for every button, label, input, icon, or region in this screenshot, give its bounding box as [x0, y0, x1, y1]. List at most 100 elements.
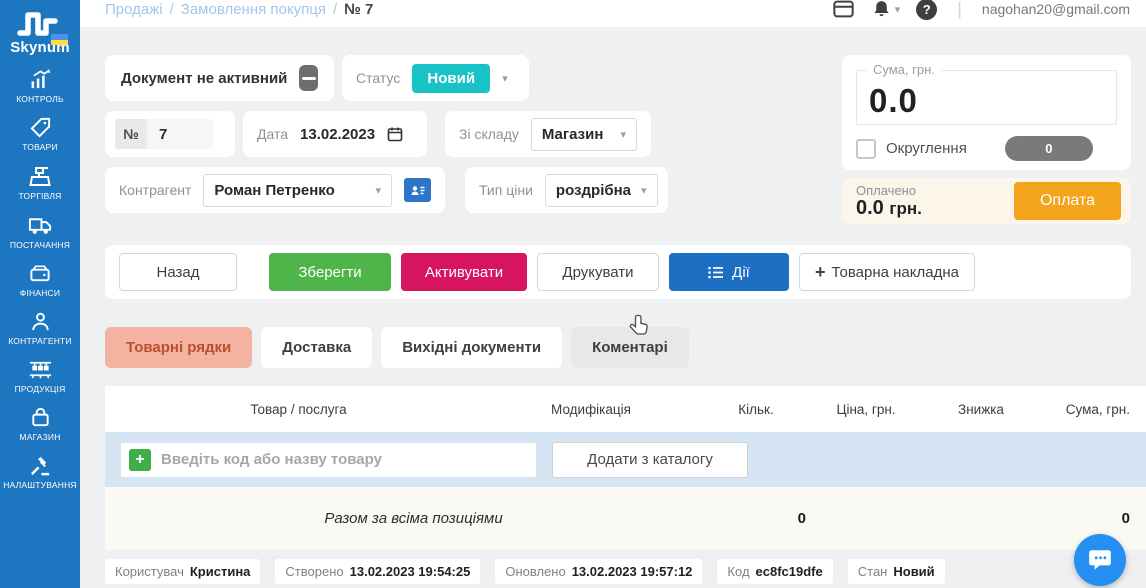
status-chip-created: Створено 13.02.2023 19:54:25 [275, 559, 481, 584]
status-chip-code: Код ec8fc19dfe [717, 559, 833, 584]
column-header: Знижка [958, 401, 1004, 417]
main-area: Продажі / Замовлення покупця / № 7 ▾ ? |… [80, 0, 1146, 588]
sidebar-item-production[interactable]: ПРОДУКЦІЯ [0, 358, 80, 394]
topbar: Продажі / Замовлення покупця / № 7 ▾ ? |… [80, 0, 1146, 27]
add-from-catalog-button[interactable]: Додати з каталогу [552, 441, 748, 478]
status-label: Статус [356, 70, 401, 86]
column-header: Ціна, грн. [836, 401, 896, 417]
number-input[interactable]: 7 [147, 119, 213, 149]
bell-icon [874, 1, 889, 17]
counterparty-label: Контрагент [119, 182, 192, 198]
sidebar-item-finance[interactable]: ФІНАНСИ [0, 262, 80, 298]
status-chip-updated: Оновлено 13.02.2023 19:57:12 [495, 559, 703, 584]
chevron-down-icon: ▾ [641, 184, 647, 197]
paid-value: 0.0 [856, 196, 884, 219]
document-active-card: Документ не активний [105, 55, 334, 101]
totals-quantity: 0 [797, 510, 806, 527]
price-type-field: Тип ціни роздрібна ▾ [465, 167, 668, 213]
paid-currency: грн. [889, 198, 922, 218]
document-number-field: № 7 [105, 111, 235, 157]
counterparty-select[interactable]: Роман Петренко ▾ [203, 173, 392, 207]
price-type-label: Тип ціни [479, 182, 533, 198]
header-divider: | [957, 0, 962, 19]
product-search-input[interactable] [121, 442, 536, 477]
status-bar: Користувач Кристина Створено 13.02.2023 19… [80, 555, 1146, 588]
sidebar-item-settings[interactable]: НАЛАШТУВАННЯ [0, 454, 80, 490]
ukraine-flag-icon [50, 34, 68, 45]
status-chip-user: Користувач Кристина [105, 559, 261, 584]
status-caret-icon[interactable]: ▾ [502, 72, 508, 85]
breadcrumb-separator: / [169, 0, 174, 18]
sidebar-item-control[interactable]: КОНТРОЛЬ [0, 68, 80, 104]
column-header: Товар / послуга [250, 401, 347, 417]
sidebar-item-trade[interactable]: ТОРГІВЛЯ [0, 164, 80, 201]
sidebar-item-supply[interactable]: ПОСТАЧАННЯ [0, 213, 80, 250]
user-email[interactable]: nagohan20@gmail.com [982, 1, 1130, 17]
add-product-icon: + [129, 448, 151, 471]
total-sum-label: Сума, грн. [867, 62, 941, 77]
number-label: № [115, 119, 147, 149]
total-sum-value: 0.0 [869, 82, 918, 119]
chart-growth-icon [31, 68, 50, 89]
counterparty-card-button[interactable] [404, 178, 431, 202]
add-product-row: + Додати з каталогу [105, 432, 1146, 487]
chevron-down-icon: ▾ [375, 184, 381, 197]
shop-bag-icon [31, 407, 49, 427]
plus-icon: + [815, 261, 826, 282]
goods-invoice-button[interactable]: + Товарна накладна [799, 253, 975, 291]
table-header-row: Товар / послуга Модифікація Кільк. Ціна,… [105, 386, 1146, 432]
date-label: Дата [257, 126, 289, 142]
total-sum-card: Сума, грн. 0.0 Округлення 0 [842, 55, 1131, 170]
totals-row: Разом за всіма позиціями 0 0 [105, 487, 1146, 550]
back-button[interactable]: Назад [119, 253, 237, 291]
column-header: Кільк. [738, 401, 774, 417]
warehouse-label: Зі складу [459, 126, 519, 142]
tab-product-rows[interactable]: Товарні рядки [105, 327, 253, 368]
tab-comments[interactable]: Коментарі [571, 327, 689, 368]
sidebar: Skynum КОНТРОЛЬ ТОВАРИ ТОРГІВЛЯ ПОСТАЧАН… [0, 0, 80, 588]
tab-delivery[interactable]: Доставка [261, 327, 373, 368]
date-field: Дата 13.02.2023 [243, 111, 427, 157]
paid-card: Оплачено 0.0 грн. Оплата [842, 178, 1131, 224]
tab-outgoing-documents[interactable]: Вихідні документи [381, 327, 563, 368]
actions-toolbar: Назад Зберегти Активувати Друкувати Дії … [105, 245, 1131, 299]
status-badge[interactable]: Новий [412, 63, 491, 93]
breadcrumb-sales-link[interactable]: Продажі [105, 1, 163, 18]
content: Документ не активний Статус Новий ▾ № 7 [80, 27, 1146, 550]
print-button[interactable]: Друкувати [537, 253, 659, 291]
actions-menu-button[interactable]: Дії [669, 253, 789, 291]
save-button[interactable]: Зберегти [269, 253, 391, 291]
column-header: Модифікація [551, 401, 631, 417]
document-active-toggle[interactable] [299, 65, 318, 91]
products-table: Товар / послуга Модифікація Кільк. Ціна,… [105, 386, 1146, 550]
date-input[interactable]: 13.02.2023 [300, 126, 375, 143]
breadcrumb-separator: / [332, 0, 338, 18]
sidebar-item-shop[interactable]: МАГАЗИН [0, 406, 80, 442]
calendar-icon[interactable] [387, 126, 403, 142]
counterparty-field: Контрагент Роман Петренко ▾ [105, 167, 445, 213]
tabs-bar: Товарні рядки Доставка Вихідні документи… [105, 327, 1131, 368]
rounding-value-pill: 0 [1004, 136, 1093, 161]
contact-card-icon [411, 185, 424, 195]
pay-button[interactable]: Оплата [1013, 182, 1121, 220]
column-header: Сума, грн. [1065, 401, 1130, 417]
app-logo[interactable]: Skynum [10, 8, 70, 56]
breadcrumb-current: № 7 [344, 0, 374, 18]
price-type-select[interactable]: роздрібна ▾ [544, 173, 658, 207]
warehouse-select[interactable]: Магазин ▾ [530, 117, 637, 151]
chevron-down-icon: ▾ [894, 3, 901, 16]
truck-icon [28, 218, 51, 234]
help-icon[interactable]: ? [916, 0, 938, 20]
activate-button[interactable]: Активувати [401, 253, 527, 291]
sidebar-item-goods[interactable]: ТОВАРИ [0, 116, 80, 152]
warehouse-field: Зі складу Магазин ▾ [445, 111, 651, 157]
billing-card-icon[interactable] [832, 0, 855, 20]
notifications-button[interactable]: ▾ [871, 0, 901, 20]
paid-label: Оплачено [856, 182, 917, 198]
cash-register-icon [29, 167, 51, 186]
chat-button[interactable] [1074, 534, 1126, 586]
breadcrumb-order-link[interactable]: Замовлення покупця [181, 1, 326, 18]
rounding-checkbox[interactable] [856, 138, 876, 159]
sidebar-item-counterparties[interactable]: КОНТРАГЕНТИ [0, 310, 80, 346]
totals-label: Разом за всіма позиціями [324, 510, 503, 527]
